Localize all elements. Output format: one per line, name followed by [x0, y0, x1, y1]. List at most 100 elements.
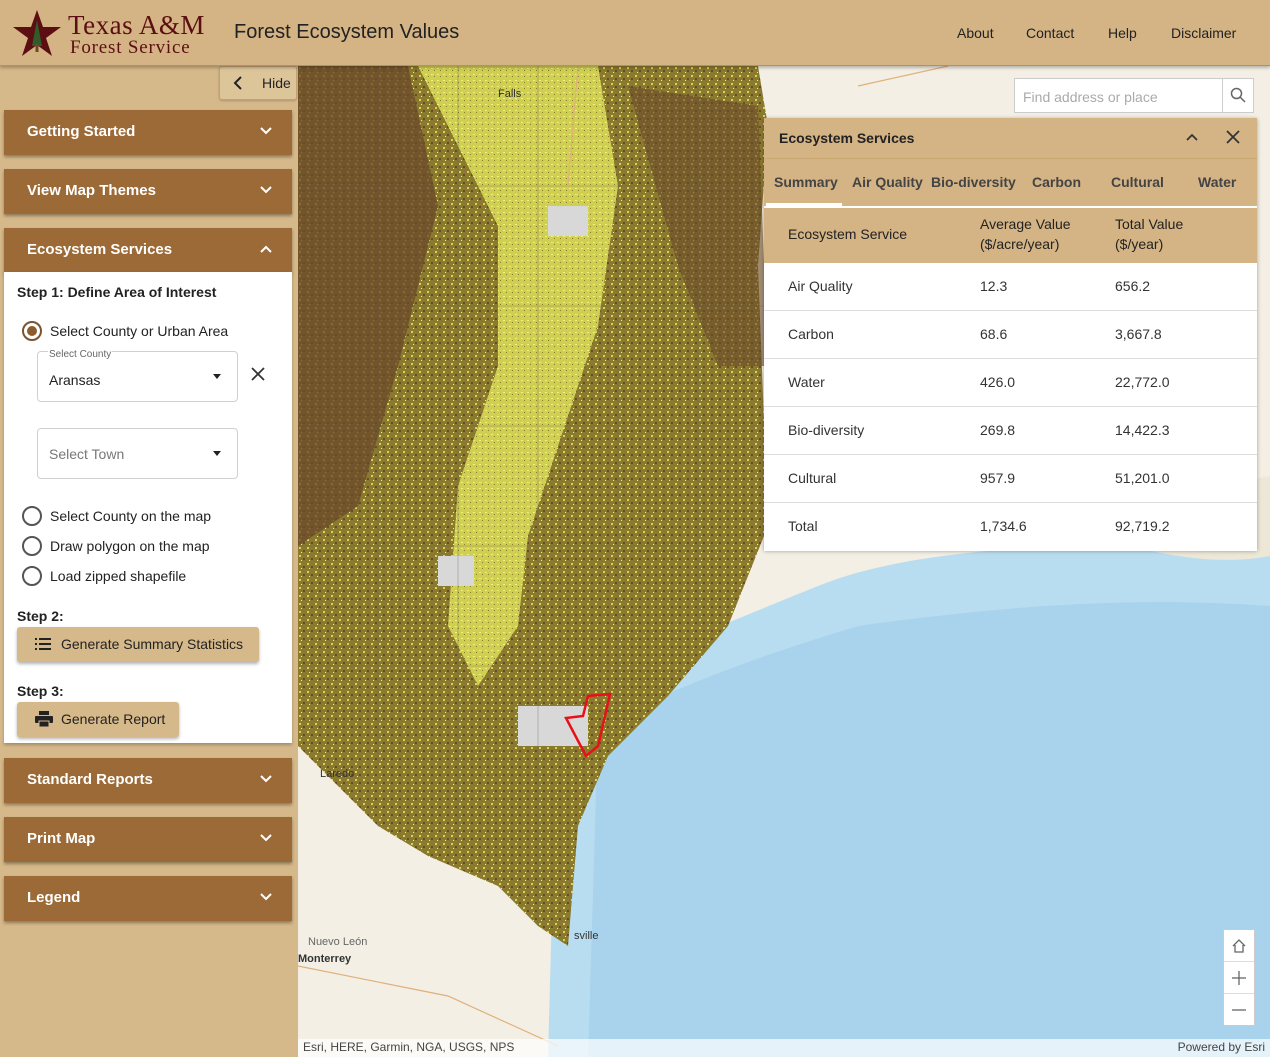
generate-summary-button[interactable]: Generate Summary Statistics: [17, 627, 259, 662]
collapse-panel-icon[interactable]: [1185, 132, 1199, 142]
radio-draw-polygon-label[interactable]: Draw polygon on the map: [50, 538, 210, 554]
county-select-label: Select County: [48, 349, 113, 360]
table-row: Air Quality 12.3 656.2: [764, 263, 1257, 311]
cell-total: 51,201.0: [1115, 470, 1170, 486]
generate-report-button[interactable]: Generate Report: [17, 702, 179, 737]
col-average-value: Average Value: [980, 216, 1071, 232]
town-select-placeholder: Select Town: [49, 446, 125, 462]
tab-summary[interactable]: Summary: [774, 174, 838, 190]
table-row-total: Total 1,734.6 92,719.2: [764, 503, 1257, 551]
tab-water[interactable]: Water: [1198, 174, 1236, 190]
map-attribution: Esri, HERE, Garmin, NGA, USGS, NPS Power…: [298, 1039, 1270, 1057]
radio-load-shapefile-label[interactable]: Load zipped shapefile: [50, 568, 186, 584]
ecosystem-services-form: Step 1: Define Area of Interest Select C…: [4, 272, 292, 743]
table-row: Bio-diversity 269.8 14,422.3: [764, 407, 1257, 455]
accordion-standard-reports[interactable]: Standard Reports: [4, 758, 292, 803]
star-tree-icon: [13, 10, 61, 56]
table-row: Cultural 957.9 51,201.0: [764, 455, 1257, 503]
county-select[interactable]: Select County Aransas: [37, 349, 238, 402]
chevron-down-icon: [260, 775, 272, 783]
dropdown-caret-icon: [213, 374, 221, 379]
col-total-unit: ($/year): [1115, 236, 1164, 252]
chevron-down-icon: [260, 186, 272, 194]
radio-county-map[interactable]: [22, 506, 42, 526]
cell-service: Air Quality: [788, 278, 853, 294]
map-label-nuevo-leon: Nuevo León: [308, 936, 368, 948]
zoom-out-button[interactable]: [1224, 994, 1254, 1026]
accordion-label: View Map Themes: [27, 182, 156, 199]
search-button[interactable]: [1222, 79, 1253, 112]
cell-service: Total: [788, 518, 818, 534]
generate-report-label: Generate Report: [61, 711, 166, 727]
chevron-down-icon: [260, 127, 272, 135]
attribution-sources: Esri, HERE, Garmin, NGA, USGS, NPS: [303, 1040, 515, 1054]
clear-county-icon[interactable]: [250, 366, 266, 382]
chevron-left-icon: [233, 76, 242, 90]
cell-service: Carbon: [788, 326, 834, 342]
radio-load-shapefile[interactable]: [22, 566, 42, 586]
close-panel-icon[interactable]: [1226, 130, 1240, 144]
cell-total: 14,422.3: [1115, 422, 1170, 438]
accordion-getting-started[interactable]: Getting Started: [4, 110, 292, 155]
step3-label: Step 3:: [17, 683, 64, 699]
map-navigation: [1223, 929, 1255, 1026]
cell-average: 12.3: [980, 278, 1008, 294]
ecosystem-services-panel: Ecosystem Services Summary Air Quality B…: [764, 118, 1257, 551]
accordion-legend[interactable]: Legend: [4, 876, 292, 921]
accordion-print-map[interactable]: Print Map: [4, 817, 292, 862]
cell-service: Water: [788, 374, 825, 390]
map-label-monterrey: Monterrey: [298, 953, 352, 965]
app-header: Texas A&M Forest Service Forest Ecosyste…: [0, 0, 1270, 66]
cell-service: Cultural: [788, 470, 837, 486]
accordion-label: Getting Started: [27, 123, 136, 140]
map-label-falls: Falls: [498, 88, 522, 100]
minus-icon: [1232, 1009, 1246, 1011]
radio-draw-polygon[interactable]: [22, 536, 42, 556]
cell-service: Bio-diversity: [788, 422, 865, 438]
cell-average: 957.9: [980, 470, 1016, 486]
tab-air-quality[interactable]: Air Quality: [852, 174, 923, 190]
town-select[interactable]: Select Town: [37, 428, 238, 479]
nav-about[interactable]: About: [957, 25, 994, 41]
nav-help[interactable]: Help: [1108, 25, 1137, 41]
panel-tabs: Summary Air Quality Bio-diversity Carbon…: [764, 158, 1257, 206]
generate-summary-label: Generate Summary Statistics: [61, 636, 244, 652]
cell-total: 22,772.0: [1115, 374, 1170, 390]
search-icon: [1230, 87, 1246, 103]
address-search[interactable]: Find address or place: [1014, 78, 1254, 113]
cell-average: 269.8: [980, 422, 1016, 438]
step1-label: Step 1: Define Area of Interest: [17, 284, 217, 300]
plus-icon: [1232, 971, 1246, 985]
panel-header: Ecosystem Services: [764, 118, 1257, 158]
app-title: Forest Ecosystem Values: [234, 21, 460, 43]
tab-bio-diversity[interactable]: Bio-diversity: [931, 174, 1016, 190]
nav-contact[interactable]: Contact: [1026, 25, 1074, 41]
texas-am-forest-service-logo[interactable]: Texas A&M Forest Service: [12, 8, 217, 58]
tab-cultural[interactable]: Cultural: [1111, 174, 1164, 190]
search-input[interactable]: Find address or place: [1023, 89, 1158, 105]
accordion-ecosystem-services[interactable]: Ecosystem Services: [4, 228, 292, 273]
county-select-value: Aransas: [49, 372, 101, 388]
cell-average: 1,734.6: [980, 518, 1027, 534]
zoom-in-button[interactable]: [1224, 962, 1254, 994]
chevron-down-icon: [260, 834, 272, 842]
nav-disclaimer[interactable]: Disclaimer: [1171, 25, 1236, 41]
accordion-view-map-themes[interactable]: View Map Themes: [4, 169, 292, 214]
col-average-unit: ($/acre/year): [980, 236, 1060, 252]
cell-total: 3,667.8: [1115, 326, 1162, 342]
home-icon: [1232, 939, 1246, 953]
table-row: Carbon 68.6 3,667.8: [764, 311, 1257, 359]
hide-sidebar-button[interactable]: Hide: [219, 66, 297, 100]
powered-by-esri[interactable]: Powered by Esri: [1178, 1040, 1265, 1054]
list-icon: [35, 638, 51, 650]
map-label-brownsville: sville: [574, 930, 599, 942]
map-label-laredo: Laredo: [320, 768, 355, 780]
home-button[interactable]: [1224, 930, 1254, 962]
tab-carbon[interactable]: Carbon: [1032, 174, 1081, 190]
radio-county-urban[interactable]: [22, 321, 42, 341]
table-header: Ecosystem Service Average Value ($/acre/…: [764, 206, 1257, 263]
radio-county-map-label[interactable]: Select County on the map: [50, 508, 211, 524]
radio-county-urban-label[interactable]: Select County or Urban Area: [50, 323, 228, 339]
cell-average: 68.6: [980, 326, 1008, 342]
logo-line2: Forest Service: [70, 37, 191, 58]
